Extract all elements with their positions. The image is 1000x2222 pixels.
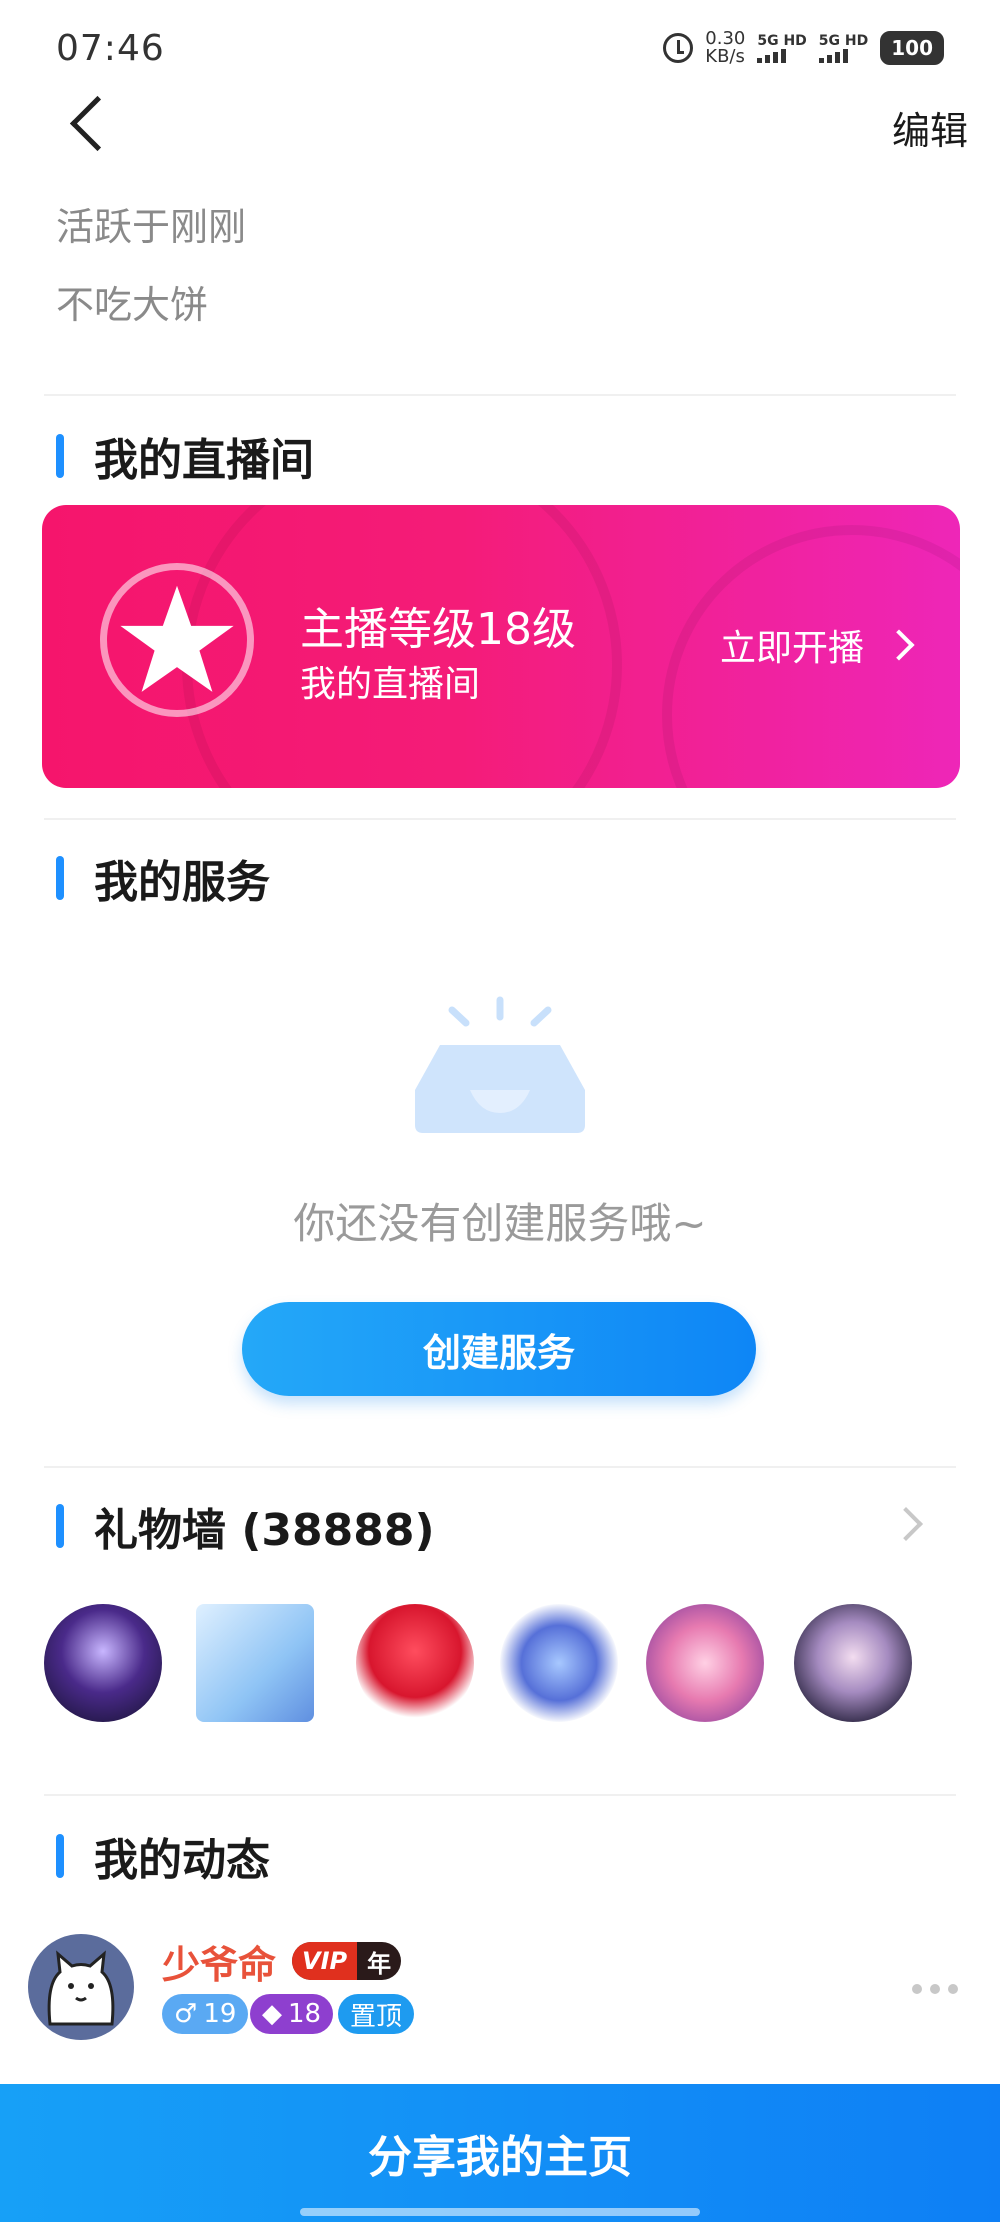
gift-floating-castle-icon[interactable]: [500, 1604, 618, 1722]
signal-sim1-label: 5G HD: [757, 33, 807, 49]
section-title-moments: 我的动态: [56, 1824, 270, 1888]
home-indicator[interactable]: [300, 2208, 700, 2216]
create-service-button[interactable]: 创建服务: [242, 1302, 756, 1396]
divider: [44, 818, 956, 820]
section-title-live: 我的直播间: [56, 424, 314, 488]
vip-badge: VIP 年: [292, 1942, 402, 1980]
more-options-icon[interactable]: [912, 1984, 958, 1994]
gift-rose-heart-icon[interactable]: [356, 1604, 474, 1722]
edit-button[interactable]: 编辑: [892, 100, 968, 155]
section-accent-bar: [56, 1504, 64, 1548]
signal-sim1: 5G HD: [757, 33, 807, 63]
host-level: 主播等级18级: [300, 604, 576, 655]
vip-period: 年: [367, 1949, 392, 1978]
signal-sim2-label: 5G HD: [818, 33, 869, 49]
signature: 不吃大饼: [56, 283, 209, 327]
star-icon: [100, 563, 254, 717]
live-room-card[interactable]: 主播等级18级 我的直播间 立即开播: [42, 505, 960, 788]
section-accent-bar: [56, 856, 64, 900]
avatar[interactable]: [28, 1934, 134, 2040]
gift-sky-castle-icon[interactable]: [794, 1604, 912, 1722]
back-arrow-icon[interactable]: [69, 95, 126, 152]
divider: [44, 1466, 956, 1468]
gift-rose-gazebo-icon[interactable]: [646, 1604, 764, 1722]
alarm-icon: [663, 33, 694, 63]
gift-lighthouse-icon[interactable]: [44, 1604, 162, 1722]
section-accent-bar: [56, 1834, 64, 1878]
status-time: 07:46: [56, 28, 165, 69]
signal-sim2: 5G HD: [818, 33, 869, 63]
live-room-label: 我的直播间: [300, 664, 481, 705]
section-title-text: 我的直播间: [94, 435, 314, 486]
gender-age-badge: ♂ 19: [162, 1994, 249, 2034]
chevron-right-icon[interactable]: [889, 1507, 923, 1541]
level-value: 18: [288, 1999, 322, 2029]
active-status: 活跃于刚刚: [56, 205, 247, 249]
divider: [44, 1794, 956, 1796]
start-live-label: 立即开播: [719, 628, 864, 669]
network-speed-unit: KB/s: [705, 46, 745, 67]
empty-box-icon: [415, 996, 585, 1133]
section-title-text: 我的动态: [94, 1835, 270, 1886]
network-speed: 0.30 KB/s: [705, 30, 745, 66]
signal-bars-icon: [757, 49, 787, 63]
empty-services-text: 你还没有创建服务哦~: [293, 1199, 707, 1248]
chevron-right-icon: [883, 629, 915, 661]
diamond-icon: ◆: [262, 1999, 282, 2029]
share-homepage-button[interactable]: 分享我的主页: [0, 2084, 1000, 2222]
section-title-gifts[interactable]: 礼物墙 (38888): [56, 1494, 435, 1558]
section-title-services: 我的服务: [56, 846, 270, 910]
signal-bars-icon: [818, 49, 848, 63]
start-live-button[interactable]: 立即开播: [719, 619, 915, 671]
section-title-text: 我的服务: [94, 857, 270, 908]
age-value: 19: [203, 1999, 237, 2029]
vip-label: VIP: [292, 1942, 358, 1980]
male-icon: ♂: [174, 1999, 198, 2029]
gift-astronaut-icon[interactable]: [196, 1604, 314, 1722]
level-badge: ◆ 18: [250, 1994, 334, 2034]
pinned-badge: 置顶: [338, 1994, 415, 2034]
status-icons: 0.30 KB/s 5G HD 5G HD 100: [663, 30, 944, 66]
battery-icon: 100: [880, 31, 944, 65]
divider: [44, 394, 956, 396]
section-title-text: 礼物墙 (38888): [94, 1505, 435, 1556]
section-accent-bar: [56, 434, 64, 478]
post-username[interactable]: 少爷命: [162, 1934, 276, 1989]
